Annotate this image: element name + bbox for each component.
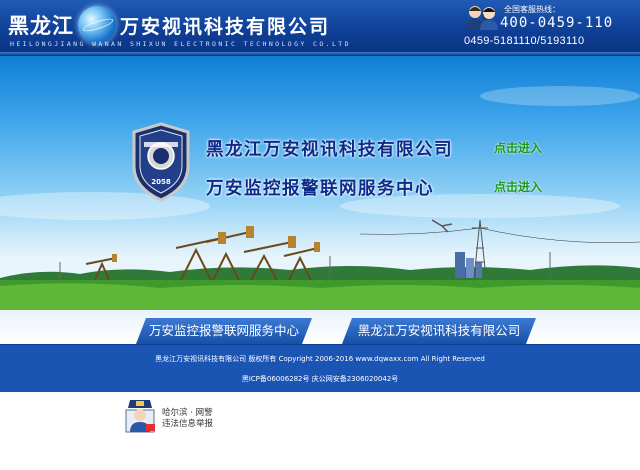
hero-banner: 2058 黑龙江万安视讯科技有限公司 点击进入 万安监控报警联网服务中心 点击进…: [0, 56, 640, 310]
tab-company[interactable]: 黑龙江万安视讯科技有限公司: [342, 318, 536, 344]
footer-nav: 万安监控报警联网服务中心 黑龙江万安视讯科技有限公司: [0, 310, 640, 344]
footer-info: 黑龙江万安视讯科技有限公司 版权所有 Copyright 2006-2016 w…: [0, 344, 640, 392]
globe-icon: [78, 6, 116, 44]
brand-name: 万安视讯科技有限公司: [120, 16, 331, 38]
local-phone-numbers[interactable]: 0459-5181110/5193110: [464, 35, 584, 47]
icp-record[interactable]: 黑ICP备06006282号 庆公网安备2306020042号: [0, 374, 640, 384]
service-center-entry-link[interactable]: 点击进入: [494, 178, 542, 195]
site-header: 黑龙江 万安视讯科技有限公司 HEILONGJIANG WANAN SHIXUN…: [0, 0, 640, 56]
security-badge-icon: 2058: [132, 122, 190, 202]
police-officer-icon: [125, 400, 155, 433]
brand-english-name: HEILONGJIANG WANAN SHIXUN ELECTRONIC TEC…: [10, 40, 351, 48]
customer-service-agents-icon: [466, 6, 498, 30]
tab-service-center[interactable]: 万安监控报警联网服务中心: [136, 318, 312, 344]
hotline-number[interactable]: 400-0459-110: [500, 15, 613, 31]
company-entry[interactable]: 黑龙江万安视讯科技有限公司 点击进入: [206, 136, 542, 161]
company-entry-link[interactable]: 点击进入: [494, 139, 542, 156]
service-center-entry-title[interactable]: 万安监控报警联网服务中心: [206, 179, 434, 199]
support-hotline: 全国客服热线： 400-0459-110 0459-5181110/519311…: [464, 2, 632, 54]
service-center-entry[interactable]: 万安监控报警联网服务中心 点击进入: [206, 175, 542, 200]
brand-name-prefix: 黑龙江: [8, 14, 74, 38]
svg-text:2058: 2058: [151, 178, 171, 186]
company-entry-title[interactable]: 黑龙江万安视讯科技有限公司: [206, 140, 453, 160]
cyber-police-report-link[interactable]: 哈尔滨 · 网警 违法信息举报: [124, 396, 244, 436]
copyright-text: 黑龙江万安视讯科技有限公司 版权所有 Copyright 2006-2016 w…: [155, 355, 485, 363]
hotline-label: 全国客服热线：: [504, 5, 560, 14]
police-text-line2: 违法信息举报: [162, 419, 214, 429]
